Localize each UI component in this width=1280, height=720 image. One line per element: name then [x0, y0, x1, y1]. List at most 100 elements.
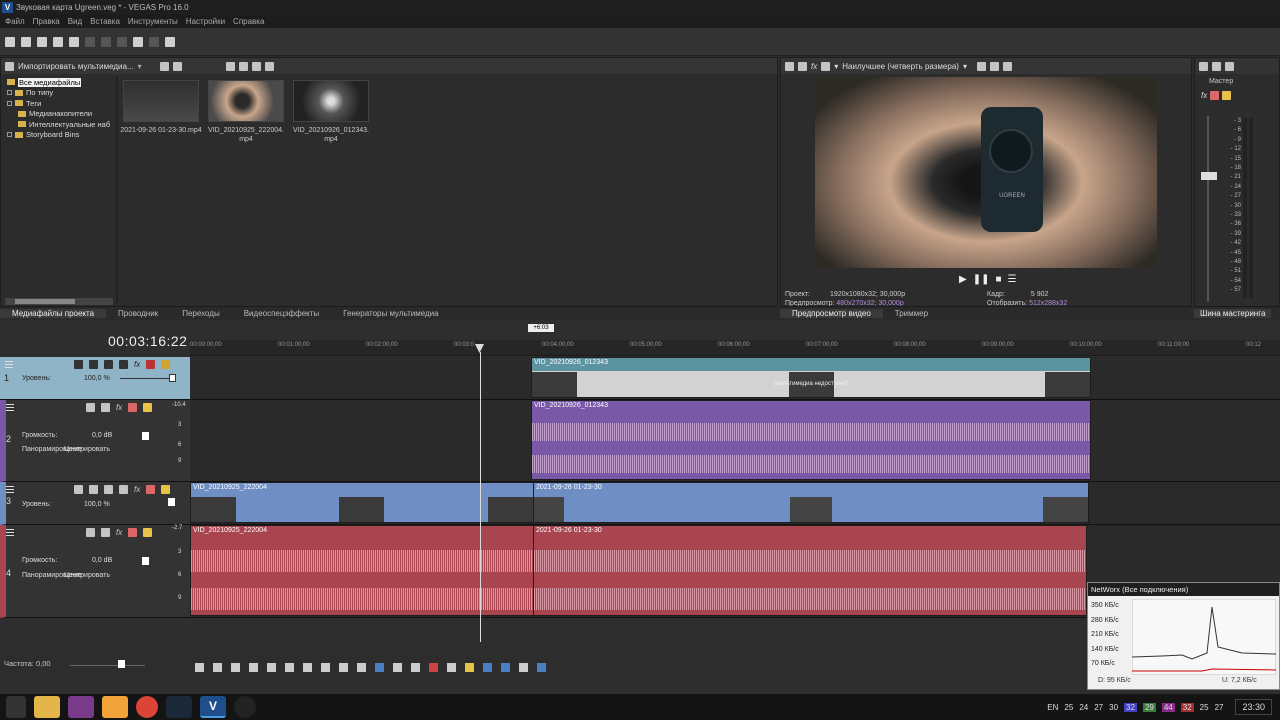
tree-scrollbar[interactable]	[5, 298, 113, 305]
fx-icon[interactable]: fx	[811, 62, 817, 71]
render-icon[interactable]	[53, 36, 63, 47]
invert-phase-icon[interactable]	[101, 403, 110, 412]
invert-phase-icon[interactable]	[101, 528, 110, 537]
fx-icon[interactable]: fx	[1201, 91, 1207, 100]
solo-icon[interactable]	[1222, 91, 1232, 100]
motion-icon[interactable]	[74, 360, 83, 369]
solo-icon[interactable]	[143, 403, 153, 412]
mute-icon[interactable]	[128, 528, 138, 537]
fx-icon[interactable]: fx	[116, 403, 122, 412]
menu-tools[interactable]: Инструменты	[128, 17, 178, 26]
get-media-icon[interactable]	[172, 61, 182, 71]
track-header-2[interactable]: 2 Громкость: 0,0 dB Панорамирование Цент…	[0, 400, 190, 482]
compositing-child-icon[interactable]	[119, 485, 128, 494]
explorer-icon[interactable]	[34, 696, 60, 718]
mute-icon[interactable]	[146, 360, 156, 369]
mixer-icon[interactable]	[1225, 61, 1234, 71]
level-value[interactable]: 100,0 %	[84, 501, 110, 508]
import-media-button[interactable]: Импортировать мультимедиа...	[18, 62, 134, 71]
edit-tool-icon[interactable]	[375, 663, 384, 672]
pan-value[interactable]: Центрировать	[64, 446, 110, 453]
menu-options[interactable]: Настройки	[186, 17, 225, 26]
save-icon[interactable]	[37, 36, 47, 47]
pointer-tool-icon[interactable]	[165, 36, 175, 47]
redo-icon[interactable]	[149, 36, 159, 47]
track-header-3[interactable]: 3 Уровень: 100,0 % fx	[0, 482, 190, 525]
video-event-vid2[interactable]: VID_20210926_012343 (мультимедиа недосту…	[531, 357, 1091, 398]
trim-icon[interactable]	[411, 663, 420, 672]
solo-icon[interactable]	[161, 360, 171, 369]
clock[interactable]: 23:30	[1235, 699, 1272, 715]
steam-icon[interactable]	[166, 696, 192, 718]
pan-crop-icon[interactable]	[89, 485, 98, 494]
master-fader-track[interactable]	[1207, 116, 1209, 302]
chevron-down-icon[interactable]: ▾	[963, 62, 967, 71]
insert-bus-icon[interactable]	[1212, 61, 1221, 71]
chevron-down-icon[interactable]: ▾	[138, 62, 142, 71]
volume-slider-handle[interactable]	[142, 557, 149, 565]
timecode-display[interactable]: 00:03:16:22	[108, 333, 187, 349]
menu-view[interactable]: Вид	[68, 17, 82, 26]
copy-icon[interactable]	[101, 36, 111, 47]
new-file-icon[interactable]	[5, 36, 15, 47]
mute-icon[interactable]	[146, 485, 156, 494]
tab-video-fx[interactable]: Видеоспецэффекты	[232, 309, 331, 318]
pause-icon[interactable]	[267, 663, 276, 672]
rate-slider-handle[interactable]	[118, 660, 125, 668]
composite-mode-icon[interactable]	[104, 360, 113, 369]
level-slider-handle[interactable]	[169, 374, 176, 382]
menu-edit[interactable]: Правка	[33, 17, 60, 26]
tab-video-preview[interactable]: Предпросмотр видео	[780, 309, 883, 318]
level-value[interactable]: 100,0 %	[84, 375, 110, 382]
video-event-vid1[interactable]: VID_20210925_222004	[190, 482, 535, 523]
tab-media-generators[interactable]: Генераторы мультимедиа	[331, 309, 450, 318]
prev-frame-icon[interactable]	[339, 663, 348, 672]
gear-icon[interactable]	[785, 61, 794, 71]
go-to-start-icon[interactable]	[303, 663, 312, 672]
import-media-icon[interactable]	[5, 61, 14, 71]
mute-icon[interactable]	[1210, 91, 1220, 100]
pause-icon[interactable]: ❚❚	[973, 274, 990, 285]
audio-event-recording[interactable]: 2021-09-26 01-23-30	[533, 525, 1087, 616]
fx-icon[interactable]: fx	[134, 360, 140, 369]
pan-crop-icon[interactable]	[89, 360, 98, 369]
rate-slider[interactable]	[70, 665, 145, 666]
copy-snapshot-icon[interactable]	[821, 61, 831, 71]
region-marker[interactable]: +6:03	[528, 324, 554, 332]
pan-value[interactable]: Центрировать	[64, 572, 110, 579]
mute-icon[interactable]	[128, 403, 138, 412]
preview-quality-select[interactable]: Наилучшее (четверть размера)	[842, 62, 959, 71]
motion-icon[interactable]	[74, 485, 83, 494]
open-folder-icon[interactable]	[21, 36, 31, 47]
capture-icon[interactable]	[159, 61, 169, 71]
gear-icon[interactable]	[69, 36, 79, 47]
chrome-icon[interactable]	[136, 696, 158, 718]
chevron-down-icon[interactable]: ▾	[834, 62, 838, 71]
tree-item-tags[interactable]: Теги	[7, 98, 110, 109]
track-header-1[interactable]: 1 Уровень: 100,0 % fx	[0, 357, 190, 400]
solo-icon[interactable]	[161, 485, 171, 494]
tab-project-media[interactable]: Медиафайлы проекта	[0, 309, 107, 318]
media-thumb-vid2[interactable]	[293, 80, 369, 122]
level-slider[interactable]	[120, 378, 175, 379]
menu-icon[interactable]: ☰	[1008, 274, 1017, 285]
gear-icon[interactable]	[1199, 61, 1208, 71]
lock-icon[interactable]	[447, 663, 456, 672]
menu-insert[interactable]: Вставка	[90, 17, 120, 26]
vegas-taskbar-icon[interactable]: V	[200, 696, 226, 718]
compositing-child-icon[interactable]	[119, 360, 128, 369]
fx-icon[interactable]: fx	[134, 485, 140, 494]
audio-event-vid2[interactable]: VID_20210926_012343	[531, 400, 1091, 480]
tree-item-storage[interactable]: Медианакопители	[7, 109, 110, 120]
ripple-icon[interactable]	[519, 663, 528, 672]
grid-icon[interactable]	[537, 663, 546, 672]
tree-item-smart-bins[interactable]: Интеллектуальные наб	[7, 119, 110, 130]
paste-icon[interactable]	[117, 36, 127, 47]
tree-item-all-media[interactable]: Все медиафайлы	[7, 77, 110, 88]
stop-icon[interactable]: ■	[995, 274, 1001, 285]
fx-icon[interactable]: fx	[116, 528, 122, 537]
split-screen-icon[interactable]	[798, 61, 807, 71]
zoom-icon[interactable]	[264, 61, 274, 71]
arm-record-icon[interactable]	[86, 528, 95, 537]
play-icon[interactable]	[249, 663, 258, 672]
